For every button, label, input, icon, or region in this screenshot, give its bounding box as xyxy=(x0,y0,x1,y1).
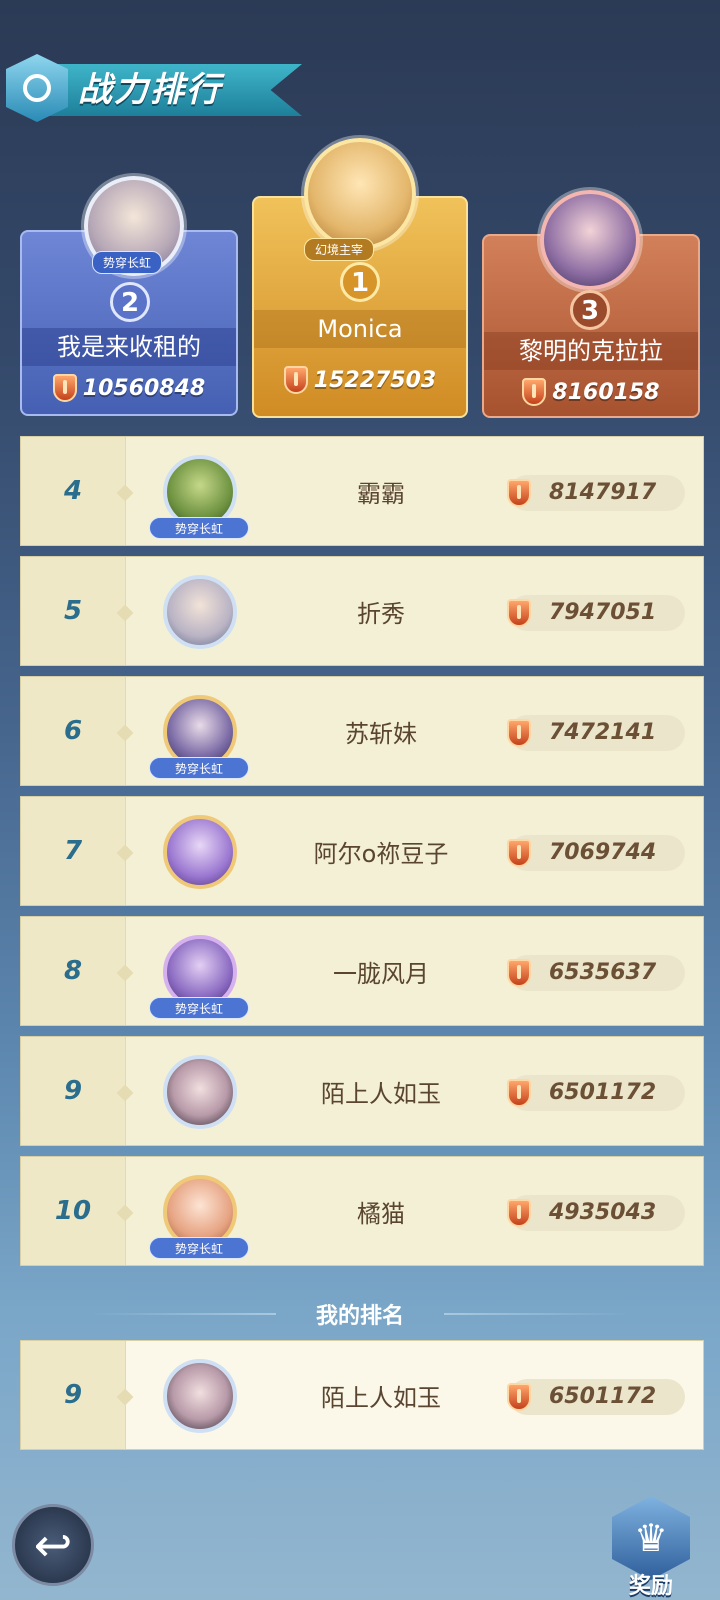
rank-number: 8 xyxy=(63,956,83,986)
podium-name: 黎明的克拉拉 xyxy=(519,337,663,365)
power-box: 7472141 xyxy=(507,715,685,751)
list-item[interactable]: 10 势穿长虹 橘猫 4935043 xyxy=(20,1156,704,1266)
player-name: 苏斩妹 xyxy=(345,719,417,748)
my-rank-row[interactable]: 9 陌上人如玉 6501172 xyxy=(20,1340,704,1450)
rank-number: 4 xyxy=(63,476,83,506)
rank-number: 9 xyxy=(63,1380,83,1410)
power-box: 6535637 xyxy=(507,955,685,991)
rank-medal: 3 xyxy=(570,290,610,330)
power-shield-icon xyxy=(507,599,531,627)
power-shield-icon xyxy=(283,366,308,394)
rank-medal: 1 xyxy=(340,262,380,302)
list-item[interactable]: 5 折秀 7947051 xyxy=(20,556,704,666)
podium-power: 10560848 xyxy=(22,374,236,402)
rank-number: 9 xyxy=(63,1076,83,1106)
power-value: 8147917 xyxy=(549,480,657,505)
back-button[interactable]: ↩ xyxy=(12,1504,94,1586)
page-title: 战力排行 xyxy=(78,70,222,110)
podium-power-value: 15227503 xyxy=(313,367,437,393)
rank-number: 5 xyxy=(63,596,83,626)
my-rank-label: 我的排名 xyxy=(316,1304,405,1329)
avatar[interactable] xyxy=(163,1359,237,1433)
power-shield-icon xyxy=(522,378,547,406)
avatar[interactable] xyxy=(304,138,416,250)
title-badge: 幻境主宰 xyxy=(304,238,375,261)
rank-number: 7 xyxy=(63,836,83,866)
power-shield-icon xyxy=(507,1383,531,1411)
player-name: 橘猫 xyxy=(357,1199,405,1228)
back-arrow-icon: ↩ xyxy=(33,1518,73,1572)
power-box: 6501172 xyxy=(507,1379,685,1415)
page-header: 战力排行 xyxy=(0,50,310,130)
rank-medal: 2 xyxy=(110,282,150,322)
power-shield-icon xyxy=(507,479,531,507)
power-shield-icon xyxy=(507,719,531,747)
podium-power: 8160158 xyxy=(484,378,698,406)
player-name: 一胧风月 xyxy=(333,959,429,988)
avatar[interactable] xyxy=(540,190,640,290)
power-shield-icon xyxy=(52,374,77,402)
reward-button[interactable]: ♛ 奖励 xyxy=(612,1496,690,1599)
player-name: 霸霸 xyxy=(357,479,405,508)
list-item[interactable]: 9 陌上人如玉 6501172 xyxy=(20,1036,704,1146)
title-badge: 势穿长虹 xyxy=(149,1237,249,1259)
player-name: 陌上人如玉 xyxy=(321,1383,441,1412)
rank-number: 10 xyxy=(54,1196,92,1226)
podium-power: 15227503 xyxy=(254,366,466,394)
rank-number: 6 xyxy=(63,716,83,746)
player-name: 阿尔o祢豆子 xyxy=(313,839,449,868)
title-badge: 势穿长虹 xyxy=(149,997,249,1019)
avatar[interactable] xyxy=(163,815,237,889)
power-box: 6501172 xyxy=(507,1075,685,1111)
my-rank-divider: 我的排名 xyxy=(90,1302,631,1329)
title-badge: 势穿长虹 xyxy=(149,757,249,779)
power-box: 8147917 xyxy=(507,475,685,511)
avatar[interactable] xyxy=(163,575,237,649)
list-item[interactable]: 8 势穿长虹 一胧风月 6535637 xyxy=(20,916,704,1026)
power-box: 4935043 xyxy=(507,1195,685,1231)
reward-label: 奖励 xyxy=(628,1574,673,1599)
power-shield-icon xyxy=(507,959,531,987)
power-value: 7069744 xyxy=(549,840,657,865)
title-badge: 势穿长虹 xyxy=(92,251,163,274)
power-value: 6535637 xyxy=(549,960,657,985)
power-box: 7069744 xyxy=(507,835,685,871)
power-value: 6501172 xyxy=(549,1080,657,1105)
power-shield-icon xyxy=(507,1199,531,1227)
power-value: 7947051 xyxy=(549,600,657,625)
list-item[interactable]: 6 势穿长虹 苏斩妹 7472141 xyxy=(20,676,704,786)
power-value: 6501172 xyxy=(549,1384,657,1409)
power-value: 7472141 xyxy=(549,720,657,745)
podium-name: Monica xyxy=(317,315,403,343)
list-item[interactable]: 4 势穿长虹 霸霸 8147917 xyxy=(20,436,704,546)
podium-power-value: 10560848 xyxy=(82,375,206,401)
podium-name: 我是来收租的 xyxy=(57,333,201,361)
podium-power-value: 8160158 xyxy=(552,379,660,405)
power-box: 7947051 xyxy=(507,595,685,631)
power-shield-icon xyxy=(507,839,531,867)
player-name: 折秀 xyxy=(357,599,405,628)
player-name: 陌上人如玉 xyxy=(321,1079,441,1108)
list-item[interactable]: 7 阿尔o祢豆子 7069744 xyxy=(20,796,704,906)
power-shield-icon xyxy=(507,1079,531,1107)
power-value: 4935043 xyxy=(549,1200,657,1225)
title-badge: 势穿长虹 xyxy=(149,517,249,539)
avatar[interactable] xyxy=(163,1055,237,1129)
